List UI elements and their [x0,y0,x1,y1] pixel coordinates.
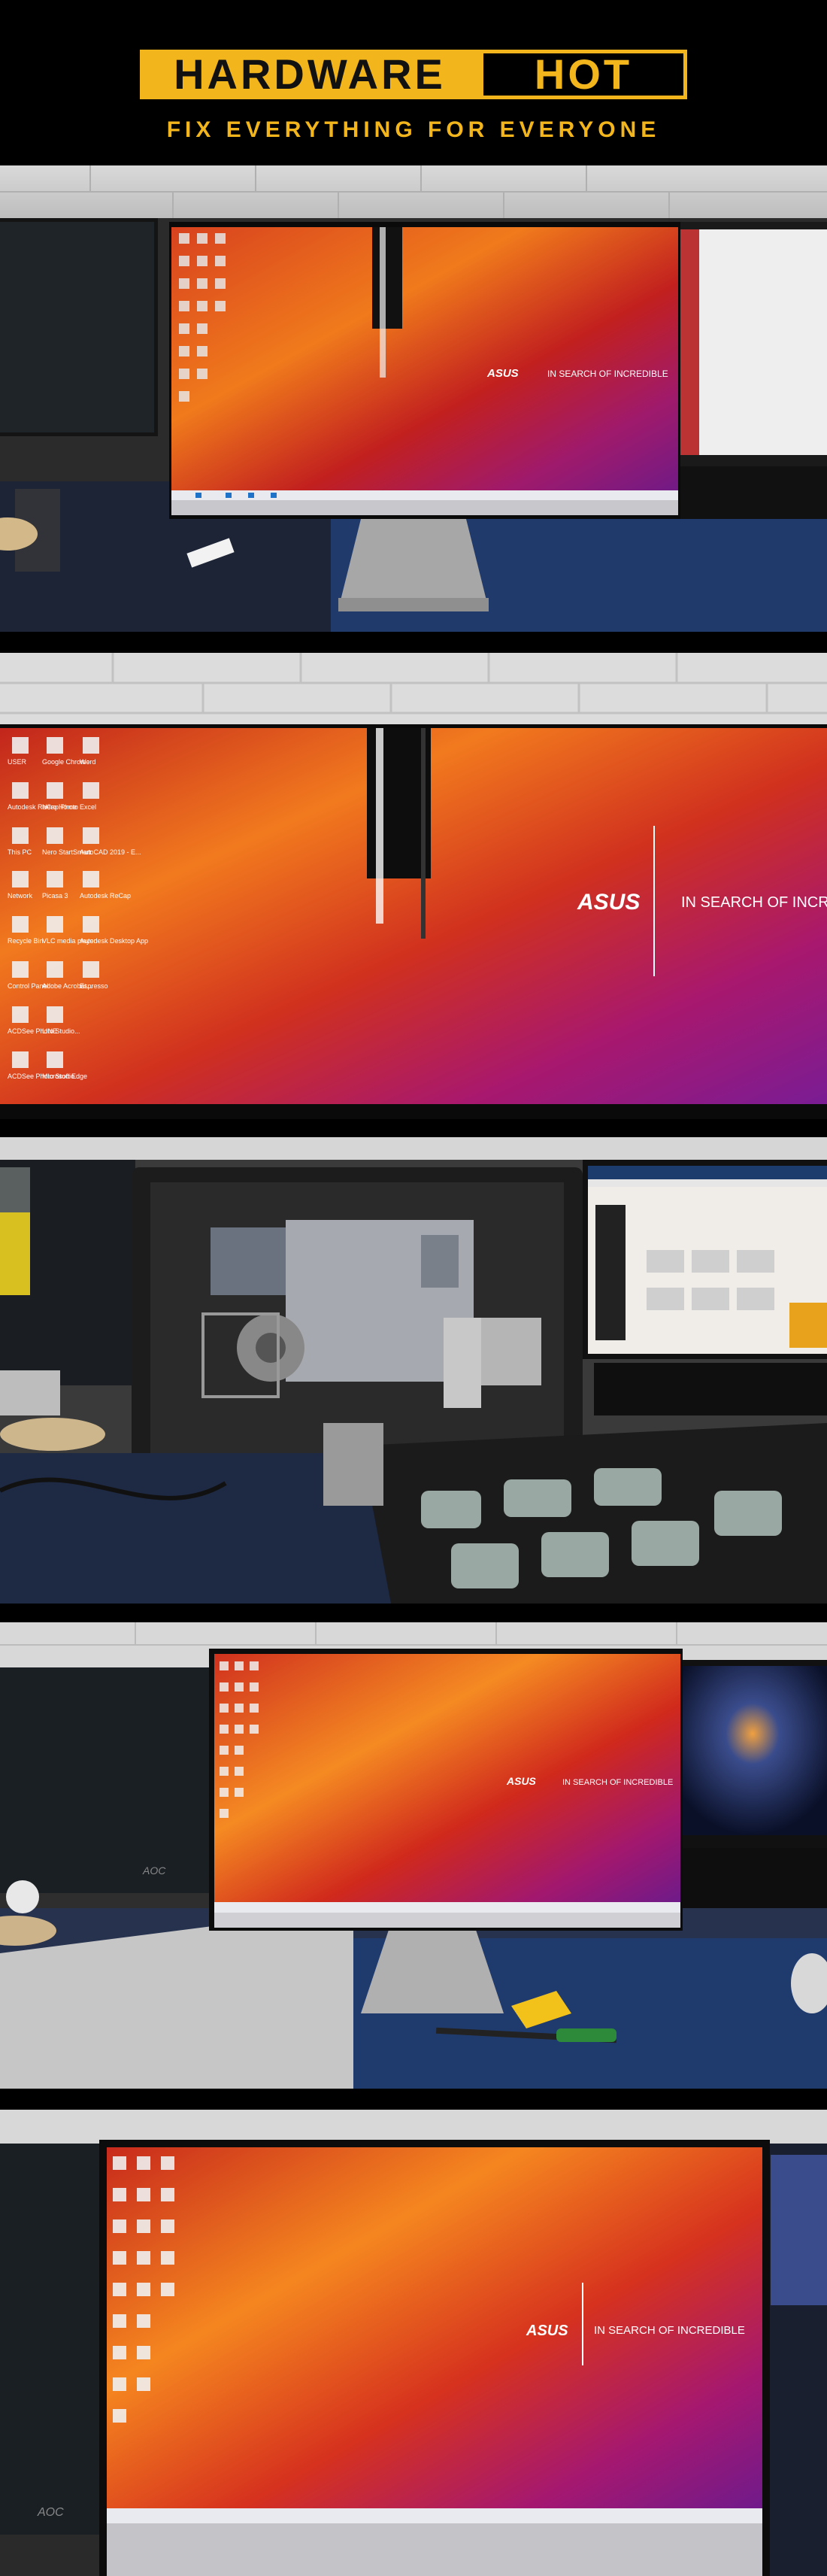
brand-name-part1: HARDWARE [140,50,480,99]
desktop-icon-label: Recycle Bin [8,937,44,945]
photo-before-repair-desk: ASUS IN SEARCH OF INCREDIBLE [0,165,827,632]
desktop-icon-label: Espresso [80,982,108,990]
desktop-icon-label: USER [8,758,27,766]
desktop-icon-label: Word [80,758,95,766]
desktop-icon-label: Picasa 3 [42,892,68,900]
photo-disassembled-aio [0,1137,827,1604]
photo-after-repair-desk: AOC ASUS IN SEARCH OF INCREDIBLE [0,1622,827,2089]
wallpaper-slogan: IN SEARCH OF INCREDIBLE [547,369,668,379]
wallpaper-slogan: IN SEARCH OF INCREDIBLE [562,1778,673,1787]
desktop-icon-label: Autodesk Desktop App [80,937,148,945]
desktop-icon-label: Excel [80,803,96,811]
wallpaper-brand-text: ASUS [577,890,640,915]
desktop-icon-label: Autodesk ReCap [80,892,131,900]
desktop-icon-label: Microsoft Edge [42,1073,87,1080]
brand-tagline: FIX EVERYTHING FOR EVERYONE [166,117,661,142]
desktop-icon-label: AutoCAD 2019 - E... [80,848,141,856]
brand-logo: HARDWARE HOT [140,50,687,99]
monitor-label: AOC [37,2506,64,2519]
wallpaper-brand-text: ASUS [506,1775,537,1787]
desktop-icon-label: LINE [42,1027,57,1035]
monitor-label: AOC [142,1864,166,1877]
desktop-icon-label: Nero Home [42,803,77,811]
wallpaper-brand-text: ASUS [486,367,519,380]
wallpaper-slogan: IN SEARCH OF INCREDIBLE [681,894,827,911]
desktop-icon-label: Network [8,892,33,900]
wallpaper-slogan: IN SEARCH OF INCREDIBLE [594,2324,745,2337]
brand-name-part2: HOT [480,50,687,99]
photo-before-repair-closeup: USER Google Chrome Word Autodesk ReCap P… [0,653,827,1119]
photo-after-repair-closeup: AOC ASUS IN SEARCH OF INCREDIBLE [0,2110,827,2576]
brand-header: HARDWARE HOT FIX EVERYTHING FOR EVERYONE [0,0,827,162]
wallpaper-brand-text: ASUS [526,2323,568,2339]
desktop-icon-label: This PC [8,848,32,856]
page: HARDWARE HOT FIX EVERYTHING FOR EVERYONE [0,0,827,2576]
